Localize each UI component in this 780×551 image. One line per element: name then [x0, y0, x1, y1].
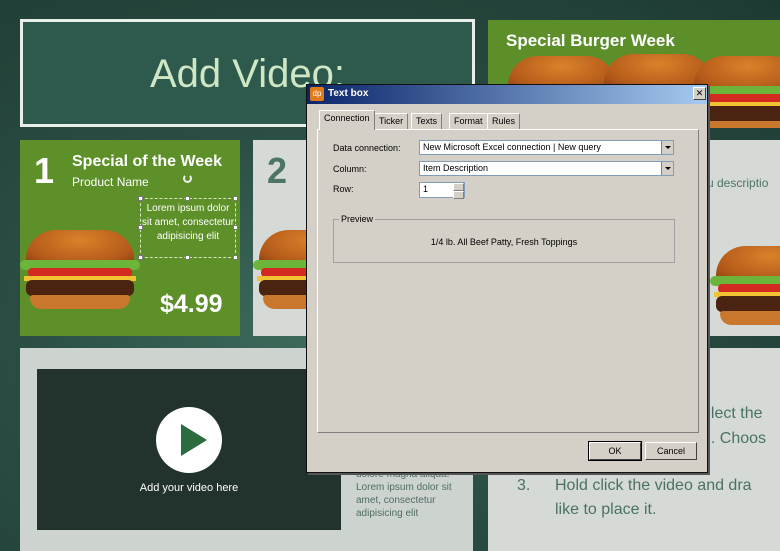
cancel-button[interactable]: Cancel: [645, 442, 697, 460]
special-card-2[interactable]: 2: [253, 140, 313, 336]
stepper-down-icon[interactable]: [453, 191, 464, 199]
special-card-3[interactable]: u descriptio: [700, 140, 780, 336]
resize-handle[interactable]: [138, 196, 143, 201]
lorem-text: dolore magna aliqua. Lorem ipsum dolor s…: [356, 469, 452, 519]
resize-handle[interactable]: [233, 255, 238, 260]
header-title: Special Burger Week: [506, 31, 675, 50]
instruction-line: elect the: [702, 405, 763, 422]
burger-image: [20, 230, 140, 314]
column-label: Column:: [333, 164, 367, 174]
special-card-1[interactable]: 1 Special of the Week Product Name Lorem…: [20, 140, 240, 336]
stepper-up-icon[interactable]: [453, 183, 464, 191]
dialog-titlebar[interactable]: dp Text box ✕: [307, 85, 707, 104]
resize-handle[interactable]: [233, 196, 238, 201]
selected-text-box[interactable]: Lorem ipsum dolor sit amet, consectetur …: [140, 198, 236, 258]
dialog-title: Text box: [328, 88, 369, 99]
rotate-handle-icon[interactable]: [183, 174, 192, 183]
column-value: Item Description: [423, 163, 489, 173]
price-label: $4.99: [160, 290, 223, 318]
data-connection-value: New Microsoft Excel connection | New que…: [423, 142, 601, 152]
chevron-down-icon[interactable]: [661, 141, 673, 154]
card-subtitle: Product Name: [72, 175, 149, 189]
preview-label: Preview: [339, 214, 376, 224]
tab-ticker[interactable]: Ticker: [374, 113, 409, 129]
app-icon: dp: [310, 87, 324, 101]
tab-texts[interactable]: Texts: [411, 113, 443, 129]
chevron-down-icon[interactable]: [661, 162, 673, 175]
preview-text: 1/4 lb. All Beef Patty, Fresh Toppings: [430, 237, 578, 247]
close-button[interactable]: ✕: [693, 87, 706, 100]
column-select[interactable]: Item Description: [419, 161, 674, 176]
resize-handle[interactable]: [233, 225, 238, 230]
card-title: Special of the Week: [72, 153, 222, 170]
row-value: 1: [423, 184, 429, 194]
video-label: Add your video here: [139, 482, 239, 494]
card-number: 2: [267, 150, 288, 191]
burger-image: [710, 246, 780, 330]
burger-image: [253, 230, 313, 314]
resize-handle[interactable]: [185, 255, 190, 260]
card-description: u descriptio: [707, 176, 769, 190]
tab-rules[interactable]: Rules: [487, 113, 521, 129]
step-number: 3.: [517, 477, 531, 494]
card-number: 1: [34, 150, 55, 191]
instruction-line: Hold click the video and dra: [555, 477, 752, 494]
row-label: Row:: [333, 184, 354, 194]
data-connection-select[interactable]: New Microsoft Excel connection | New que…: [419, 140, 674, 155]
data-connection-label: Data connection:: [333, 143, 401, 153]
tab-connection[interactable]: Connection: [319, 110, 375, 130]
tab-format[interactable]: Format: [449, 113, 488, 129]
instruction-line: like to place it.: [555, 501, 657, 518]
ok-button[interactable]: OK: [588, 441, 642, 461]
play-icon: [181, 424, 207, 456]
text-box-dialog: dp Text box ✕ Connection Ticker Texts Fo…: [306, 84, 708, 473]
instruction-line: n. Choos: [702, 430, 767, 447]
resize-handle[interactable]: [185, 196, 190, 201]
